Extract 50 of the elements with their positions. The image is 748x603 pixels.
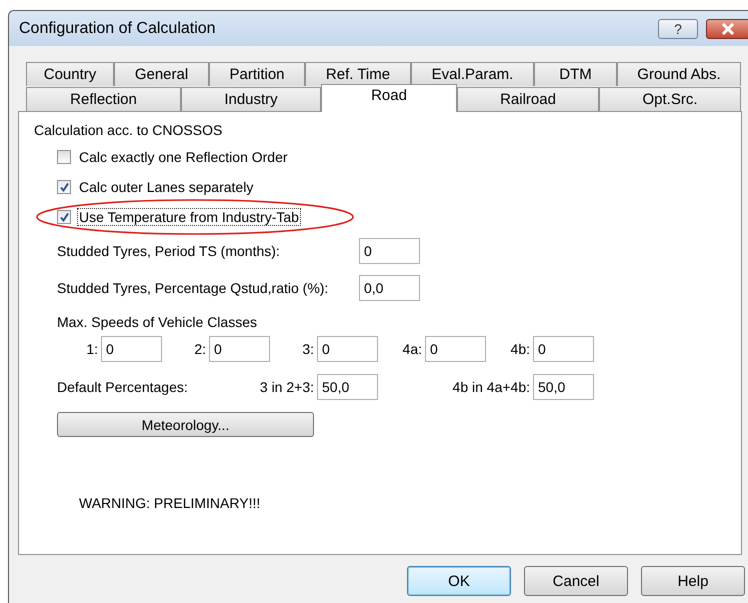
field-label: Studded Tyres, Period TS (months):	[57, 242, 281, 258]
checkbox[interactable]	[57, 180, 71, 194]
input-field[interactable]: 50,0	[533, 374, 594, 400]
tab[interactable]: Industry	[181, 87, 321, 111]
tab[interactable]: General	[114, 62, 209, 86]
dialog-button[interactable]: Cancel	[524, 566, 628, 596]
input-field[interactable]: 0	[317, 336, 378, 362]
tab[interactable]: DTM	[534, 62, 617, 86]
input-field[interactable]: 0	[425, 336, 486, 362]
tab[interactable]: Railroad	[457, 87, 599, 111]
field-label: 4a:	[402, 341, 423, 357]
dialog-button[interactable]: OK	[407, 566, 511, 596]
field-label: 4b in 4a+4b:	[452, 379, 531, 395]
tab[interactable]: Opt.Src.	[599, 87, 741, 111]
input-field[interactable]: 50,0	[317, 374, 378, 400]
window-title: Configuration of Calculation	[19, 20, 217, 38]
check-icon	[58, 182, 70, 192]
field-label: Default Percentages:	[57, 379, 189, 395]
checkbox-label[interactable]: Calc exactly one Reflection Order	[77, 148, 290, 166]
field-label: 4b:	[510, 341, 531, 357]
section-heading: Max. Speeds of Vehicle Classes	[57, 314, 258, 332]
checkbox[interactable]	[57, 150, 71, 164]
tab[interactable]: Partition	[209, 62, 305, 86]
close-button[interactable]	[706, 18, 748, 38]
input-field[interactable]: 0	[209, 336, 270, 362]
warning-text: WARNING: PRELIMINARY!!!	[79, 495, 262, 511]
input-field[interactable]: 0	[359, 238, 420, 264]
input-field[interactable]: 0	[101, 336, 162, 362]
checkbox[interactable]	[57, 210, 71, 224]
input-field[interactable]: 0	[533, 336, 594, 362]
tab[interactable]: Eval.Param.	[411, 62, 534, 86]
tab[interactable]: Road	[321, 84, 457, 112]
field-label: 1:	[85, 341, 99, 357]
tab[interactable]: Country	[26, 62, 114, 86]
field-label: Studded Tyres, Percentage Qstud,ratio (%):	[57, 280, 330, 296]
input-field[interactable]: 0,0	[359, 274, 420, 300]
tab[interactable]: Ref. Time	[305, 62, 411, 86]
help-button[interactable]: ?	[658, 18, 698, 38]
meteorology-button[interactable]: Meteorology...	[57, 412, 314, 437]
close-icon	[721, 22, 735, 34]
checkbox-label[interactable]: Use Temperature from Industry-Tab	[77, 208, 301, 226]
dialog-button[interactable]: Help	[641, 566, 745, 596]
field-label: 3 in 2+3:	[258, 379, 315, 395]
section-heading: Calculation acc. to CNOSSOS	[34, 122, 224, 140]
tab[interactable]: Ground Abs.	[617, 62, 741, 86]
check-icon	[58, 212, 70, 222]
tab[interactable]: Reflection	[26, 87, 181, 111]
field-label: 3:	[301, 341, 315, 357]
field-label: 2:	[193, 341, 207, 357]
checkbox-label[interactable]: Calc outer Lanes separately	[77, 178, 256, 196]
